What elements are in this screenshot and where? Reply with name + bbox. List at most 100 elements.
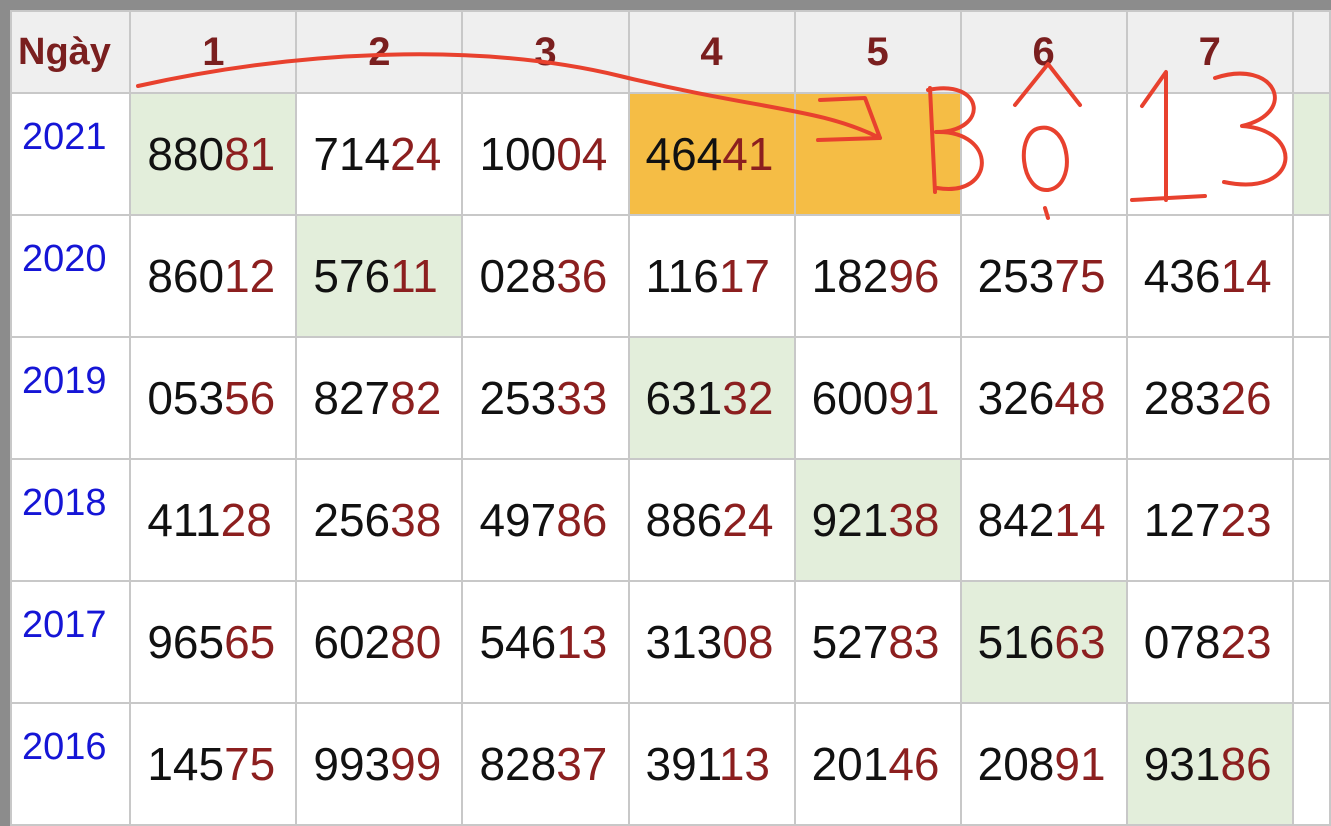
year-label: 2020: [9, 214, 132, 338]
result-cell: 12723: [1125, 458, 1294, 582]
result-cell: 25333: [461, 336, 630, 460]
result-tail-digits: 83: [888, 616, 940, 668]
year-label: 2018: [9, 458, 132, 582]
result-tail-digits: 26: [1220, 372, 1272, 424]
result-head-digits: 631: [645, 372, 723, 424]
result-head-digits: 100: [479, 128, 557, 180]
result-cell: 11617: [627, 214, 796, 338]
overflow-cell: [1291, 92, 1331, 216]
column-header-5: 5: [793, 10, 962, 94]
result-tail-digits: 33: [556, 372, 608, 424]
result-tail-digits: 14: [1054, 494, 1106, 546]
header-row: Ngày 1 2 3 4 5 6 7: [9, 10, 1331, 94]
result-head-digits: 411: [147, 494, 221, 546]
result-cell: 54613: [461, 580, 630, 704]
result-tail-digits: 23: [1220, 494, 1272, 546]
result-head-digits: 497: [479, 494, 557, 546]
result-head-digits: 965: [147, 616, 225, 668]
result-head-digits: 860: [147, 250, 225, 302]
result-head-digits: 921: [811, 494, 889, 546]
result-head-digits: 253: [479, 372, 557, 424]
column-header-4: 4: [627, 10, 796, 94]
overflow-cell: [1291, 336, 1331, 460]
result-tail-digits: 36: [556, 250, 608, 302]
table-row: 2018 41128 25638 49786 88624 92138 84214 12723: [9, 458, 1331, 582]
result-head-digits: 546: [479, 616, 557, 668]
result-head-digits: 993: [313, 738, 391, 790]
result-head-digits: 464: [645, 128, 723, 180]
result-tail-digits: 81: [224, 128, 276, 180]
result-cell: 20891: [959, 702, 1128, 826]
result-cell: 60280: [295, 580, 464, 704]
column-header-6: 6: [959, 10, 1128, 94]
result-cell: 43614: [1125, 214, 1294, 338]
result-tail-digits: 65: [224, 616, 276, 668]
result-cell: 57611: [295, 214, 464, 338]
result-head-digits: 828: [479, 738, 557, 790]
result-cell: 31308: [627, 580, 796, 704]
result-cell: 88081: [129, 92, 298, 216]
result-head-digits: 527: [811, 616, 889, 668]
result-tail-digits: 91: [888, 372, 940, 424]
result-head-digits: 283: [1143, 372, 1221, 424]
overflow-cell: [1291, 580, 1331, 704]
result-head-digits: 256: [313, 494, 391, 546]
result-cell: 07823: [1125, 580, 1294, 704]
result-cell: 02836: [461, 214, 630, 338]
result-cell: 99399: [295, 702, 464, 826]
result-head-digits: 028: [479, 250, 557, 302]
result-cell: 41128: [129, 458, 298, 582]
result-head-digits: 208: [977, 738, 1055, 790]
result-cell: 52783: [793, 580, 962, 704]
result-tail-digits: 86: [1220, 738, 1272, 790]
result-tail-digits: 96: [888, 250, 940, 302]
result-tail-digits: 17: [718, 250, 771, 302]
table-row: 2021 88081 71424 10004 46441: [9, 92, 1331, 216]
result-cell: 82837: [461, 702, 630, 826]
result-cell: 39113: [627, 702, 796, 826]
column-header-ngay: Ngày: [9, 10, 132, 94]
result-cell: 32648: [959, 336, 1128, 460]
result-tail-digits: 48: [1054, 372, 1106, 424]
result-head-digits: 576: [313, 250, 391, 302]
result-cell: 82782: [295, 336, 464, 460]
result-cell: 46441: [627, 92, 796, 216]
year-label: 2017: [9, 580, 132, 704]
table-row: 2017 96565 60280 54613 31308 52783 51663 07823: [9, 580, 1331, 704]
result-head-digits: 201: [811, 738, 889, 790]
result-cell: 25638: [295, 458, 464, 582]
result-tail-digits: 41: [722, 128, 774, 180]
result-head-digits: 842: [977, 494, 1055, 546]
result-tail-digits: 13: [556, 616, 608, 668]
result-tail-digits: 14: [1220, 250, 1272, 302]
result-tail-digits: 82: [390, 372, 442, 424]
result-head-digits: 436: [1143, 250, 1221, 302]
result-head-digits: 931: [1143, 738, 1221, 790]
result-cell: 86012: [129, 214, 298, 338]
table-row: 2020 86012 57611 02836 11617 18296 25375 43614: [9, 214, 1331, 338]
result-head-digits: 182: [811, 250, 889, 302]
year-label: 2016: [9, 702, 132, 826]
result-cell: 20146: [793, 702, 962, 826]
table-body: 2021 88081 71424 10004 46441 2020 86012 57611 02…: [9, 92, 1331, 826]
column-header-overflow: [1291, 10, 1331, 94]
column-header-2: 2: [295, 10, 464, 94]
result-head-digits: 127: [1143, 494, 1221, 546]
result-tail-digits: 28: [220, 494, 272, 546]
result-cell: 14575: [129, 702, 298, 826]
result-cell: 28326: [1125, 336, 1294, 460]
year-label: 2019: [9, 336, 132, 460]
result-cell: 84214: [959, 458, 1128, 582]
result-cell: 60091: [793, 336, 962, 460]
result-head-digits: 714: [313, 128, 391, 180]
result-tail-digits: 24: [390, 128, 442, 180]
result-cell: 25375: [959, 214, 1128, 338]
result-head-digits: 313: [645, 616, 723, 668]
result-head-digits: 116: [645, 250, 719, 302]
results-table-frame: Ngày 1 2 3 4 5 6 7 2021 88081 71424 10004 46…: [9, 10, 1331, 826]
result-cell: 88624: [627, 458, 796, 582]
result-head-digits: 253: [977, 250, 1055, 302]
result-tail-digits: 86: [556, 494, 608, 546]
result-tail-digits: 56: [224, 372, 276, 424]
result-cell: 10004: [461, 92, 630, 216]
